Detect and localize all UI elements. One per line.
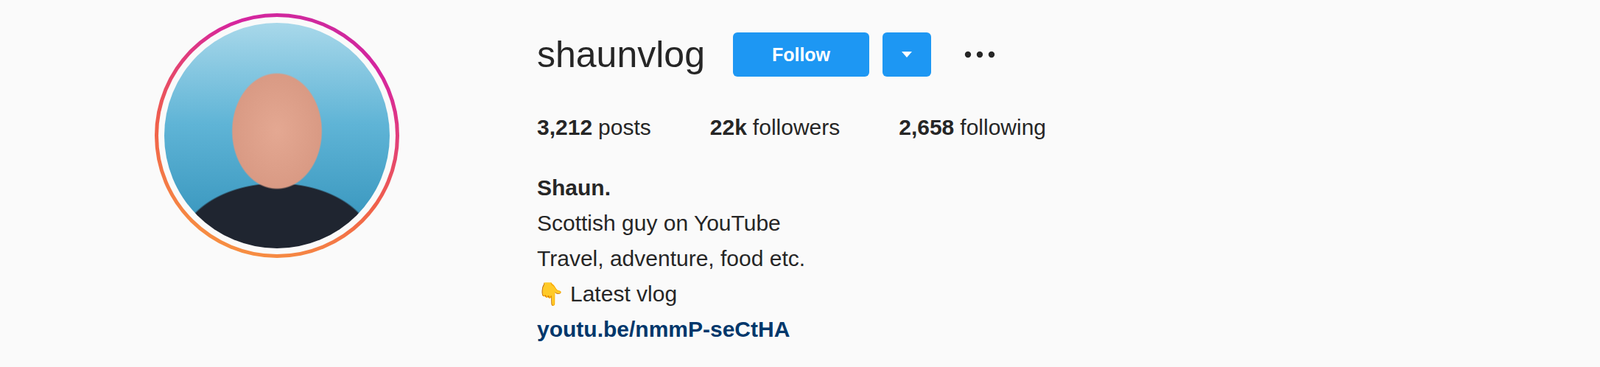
- stat-value: 22k: [710, 114, 747, 140]
- stat-label: posts: [598, 114, 652, 140]
- bio-text: Scottish guy on YouTube: [537, 210, 781, 235]
- profile-page: shaunvlog Follow 3,212posts 22kfollowers 2,6…: [0, 0, 1600, 367]
- bio-line: Scottish guy on YouTube: [537, 205, 1047, 241]
- story-ring[interactable]: [154, 13, 400, 258]
- bio-link[interactable]: youtu.be/nmmP-seCtHA: [537, 311, 1047, 347]
- title-row: shaunvlog Follow: [537, 32, 1047, 77]
- follow-button[interactable]: Follow: [732, 32, 870, 77]
- stat-item[interactable]: 3,212posts: [537, 112, 652, 143]
- stat-value: 3,212: [537, 114, 593, 140]
- stat-value: 2,658: [898, 114, 954, 140]
- stat-label: following: [959, 114, 1047, 140]
- bio-text: Latest vlog: [570, 281, 677, 306]
- caret-down-icon: [900, 50, 913, 59]
- bio-text: Travel, adventure, food etc.: [537, 246, 806, 271]
- more-options-button[interactable]: [960, 44, 999, 65]
- bio: Shaun. Scottish guy on YouTube Travel, adv…: [537, 170, 1047, 347]
- stat-item[interactable]: 2,658following: [898, 112, 1047, 143]
- pointing-down-icon: 👇: [537, 281, 565, 306]
- bio-line: Travel, adventure, food etc.: [537, 240, 1047, 277]
- profile-header: shaunvlog Follow 3,212posts 22kfollowers 2,6…: [0, 0, 1600, 347]
- bio-line: 👇Latest vlog: [537, 276, 1047, 312]
- avatar-frame: [158, 16, 396, 255]
- profile-info: shaunvlog Follow 3,212posts 22kfollowers 2,6…: [537, 13, 1047, 347]
- full-name: Shaun.: [537, 170, 1047, 206]
- stat-label: followers: [752, 114, 840, 140]
- avatar-column: [154, 13, 400, 258]
- stats-list: 3,212posts 22kfollowers 2,658following: [537, 112, 1047, 143]
- avatar-photo: [164, 22, 390, 249]
- stat-item[interactable]: 22kfollowers: [710, 112, 840, 143]
- username: shaunvlog: [537, 32, 705, 77]
- suggestions-dropdown-button[interactable]: [882, 32, 932, 77]
- ellipsis-icon: [963, 50, 996, 59]
